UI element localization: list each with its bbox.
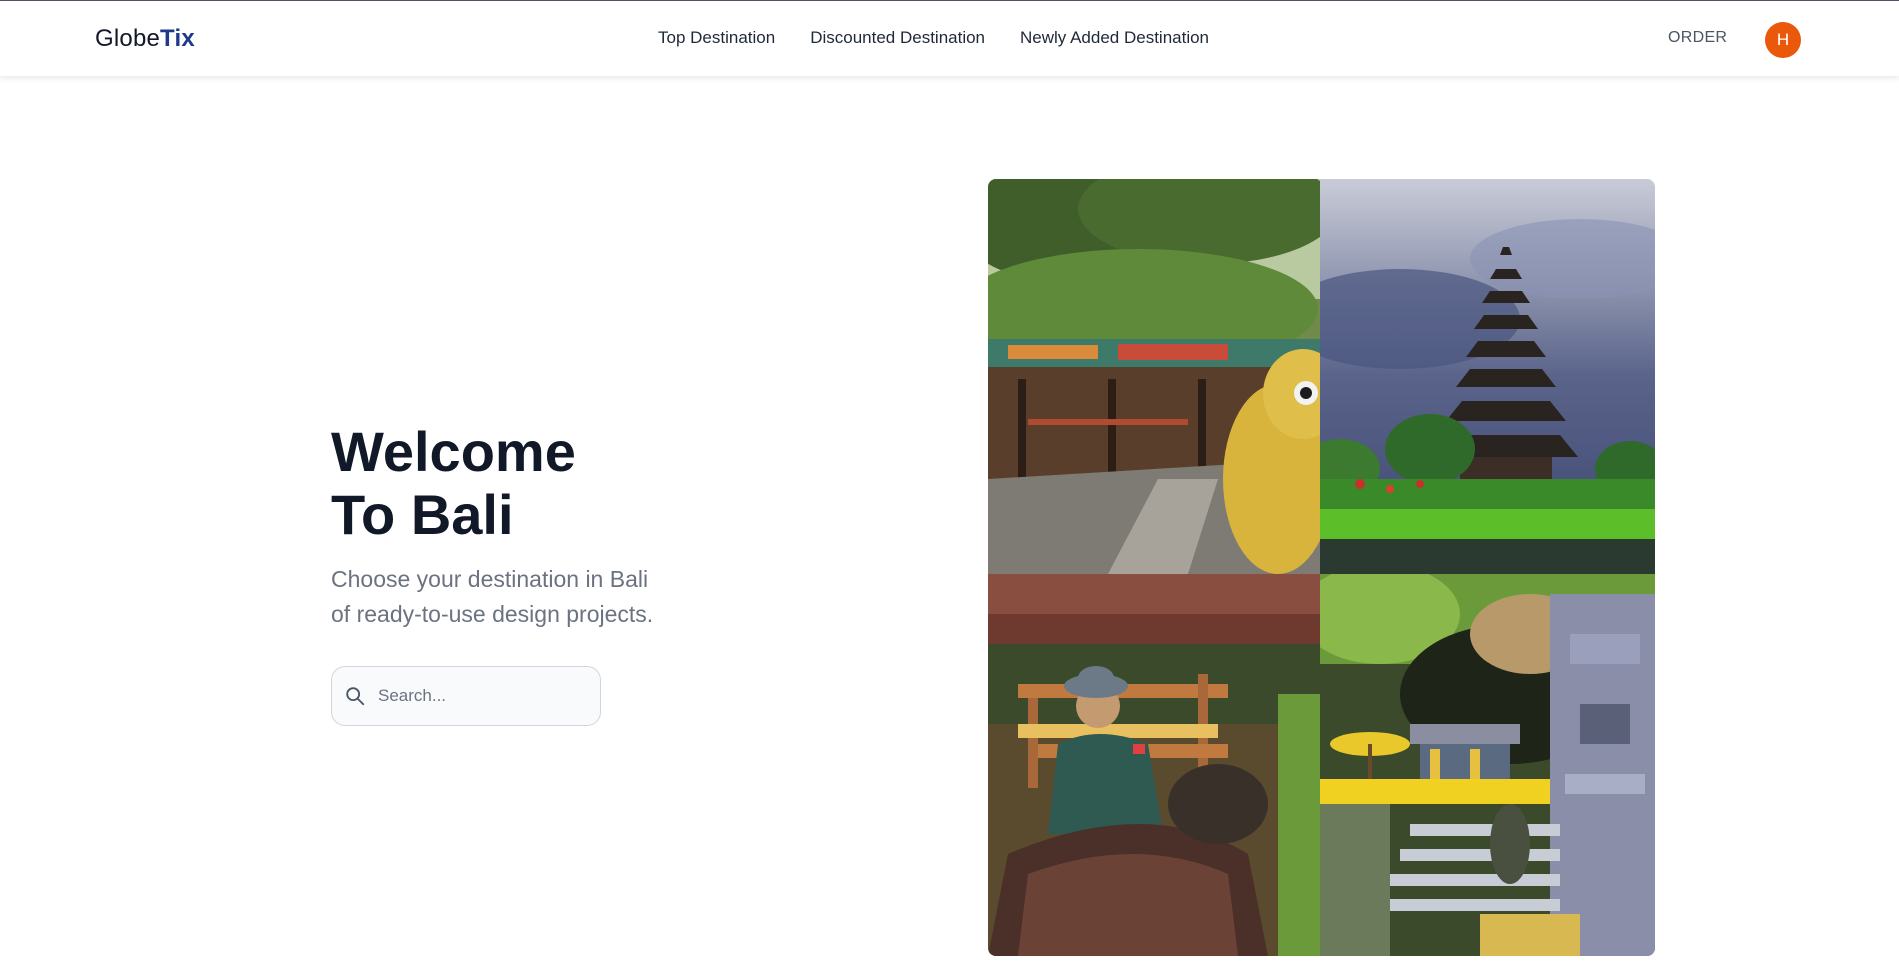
search-box[interactable] [331, 666, 601, 726]
nav-top-destination[interactable]: Top Destination [658, 28, 775, 48]
logo-prefix: Globe [95, 25, 161, 52]
search-icon [346, 687, 365, 706]
main-nav: Top Destination Discounted Destination N… [658, 28, 1209, 48]
logo-suffix: Tix [160, 25, 195, 52]
cave-temple-shrine-photo [1320, 574, 1655, 956]
hero-subtitle: Choose your destination in Bali of ready… [331, 562, 751, 632]
order-link[interactable]: ORDER [1668, 29, 1727, 47]
hero-title-line-2: To Bali [331, 483, 514, 546]
nav-discounted-destination[interactable]: Discounted Destination [810, 28, 985, 48]
hero-subtitle-line-1: Choose your destination in Bali [331, 566, 649, 592]
destination-photo-gallery [988, 179, 1655, 956]
user-avatar[interactable]: H [1765, 22, 1801, 58]
zoo-entrance-photo [988, 179, 1320, 574]
elephant-ride-photo [988, 574, 1320, 956]
hero-title-line-1: Welcome [331, 420, 576, 483]
hero-title: Welcome To Bali [331, 420, 576, 546]
search-input[interactable] [376, 685, 580, 707]
hero-subtitle-line-2: of ready-to-use design projects. [331, 601, 654, 627]
globetix-logo[interactable]: GlobeTix [95, 25, 195, 53]
top-navigation-bar: GlobeTix Top Destination Discounted Dest… [0, 0, 1899, 76]
lake-temple-pagoda-photo [1320, 179, 1655, 574]
nav-newly-added-destination[interactable]: Newly Added Destination [1020, 28, 1209, 48]
